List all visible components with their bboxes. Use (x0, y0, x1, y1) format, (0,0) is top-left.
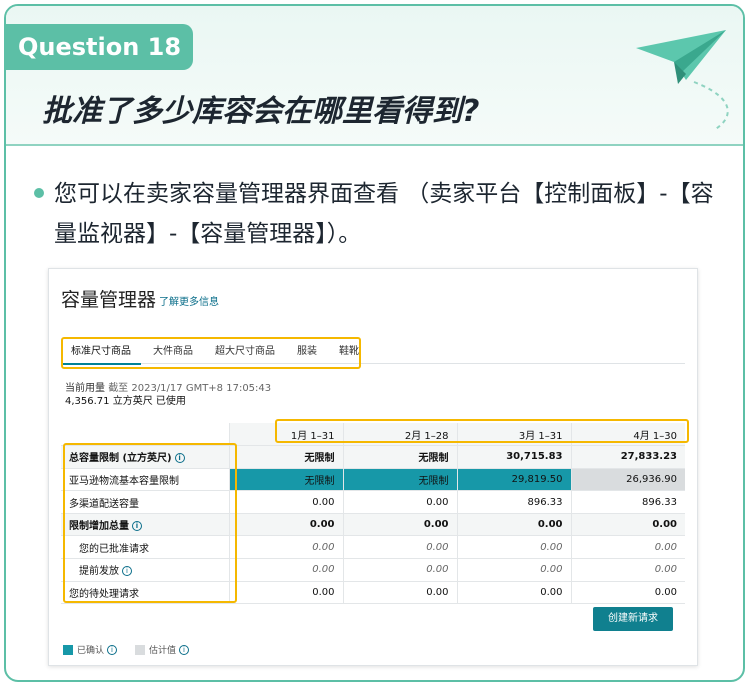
paper-plane-icon (636, 30, 729, 131)
columns-highlight (275, 419, 689, 443)
cell-confirmed: 29,819.50 (456, 468, 571, 492)
legend-confirmed: 已确认 i (63, 643, 118, 656)
cell: 0.00 (570, 535, 685, 560)
cell: 0.00 (456, 558, 571, 582)
usage-value: 4,356.71 立方英尺 已使用 (65, 396, 186, 407)
info-icon[interactable]: i (107, 644, 118, 655)
cell: 896.33 (570, 490, 685, 514)
tabs-highlight (61, 337, 361, 369)
question-card: Question 18 批准了多少库容会在哪里看得到? 您可以在卖家容量管理器界… (4, 4, 745, 682)
legend-estimated-label: 估计值 (149, 646, 177, 656)
bullet-text: 您可以在卖家容量管理器界面查看 （卖家平台【控制面板】-【容量监视器】-【容量管… (54, 181, 714, 247)
cell: 0.00 (228, 581, 343, 605)
cell: 0.00 (228, 490, 343, 514)
cell: 896.33 (456, 490, 571, 514)
cell-estimated: 26,936.90 (570, 468, 685, 492)
cell: 30,715.83 (456, 445, 571, 469)
learn-more-link[interactable]: 了解更多信息 (159, 293, 219, 308)
cell-confirmed: 无限制 (228, 468, 343, 492)
question-badge: Question 18 (6, 24, 194, 70)
cell: 0.00 (342, 535, 457, 560)
capacity-manager-panel: 容量管理器 了解更多信息 标准尺寸商品 大件商品 超大尺寸商品 服装 鞋靴 当前… (48, 268, 698, 666)
create-request-button[interactable]: 创建新请求 (593, 607, 673, 631)
cell: 0.00 (342, 581, 457, 605)
cell: 0.00 (228, 558, 343, 582)
cell: 0.00 (342, 513, 457, 537)
cell: 0.00 (228, 513, 343, 537)
legend-confirmed-label: 已确认 (77, 646, 105, 656)
cell-confirmed: 无限制 (342, 468, 457, 492)
cell: 0.00 (456, 535, 571, 560)
bullet-dot (34, 188, 44, 198)
cell: 0.00 (342, 490, 457, 514)
cell: 0.00 (456, 581, 571, 605)
legend: 已确认 i 估计值 i (63, 643, 207, 656)
cell: 27,833.23 (570, 445, 685, 469)
cell: 0.00 (570, 558, 685, 582)
cell: 无限制 (342, 445, 457, 469)
cell: 0.00 (456, 513, 571, 537)
legend-estimated: 估计值 i (135, 643, 190, 656)
cell: 无限制 (228, 445, 343, 469)
estimated-swatch (135, 644, 146, 655)
cell: 0.00 (342, 558, 457, 582)
question-title: 批准了多少库容会在哪里看得到? (42, 94, 480, 129)
panel-title: 容量管理器 (61, 289, 157, 311)
cell: 0.00 (228, 535, 343, 560)
cell: 0.00 (570, 513, 685, 537)
confirmed-swatch (63, 644, 73, 655)
cell: 0.00 (570, 581, 685, 605)
rows-highlight (63, 443, 237, 603)
info-icon[interactable]: i (179, 644, 190, 655)
